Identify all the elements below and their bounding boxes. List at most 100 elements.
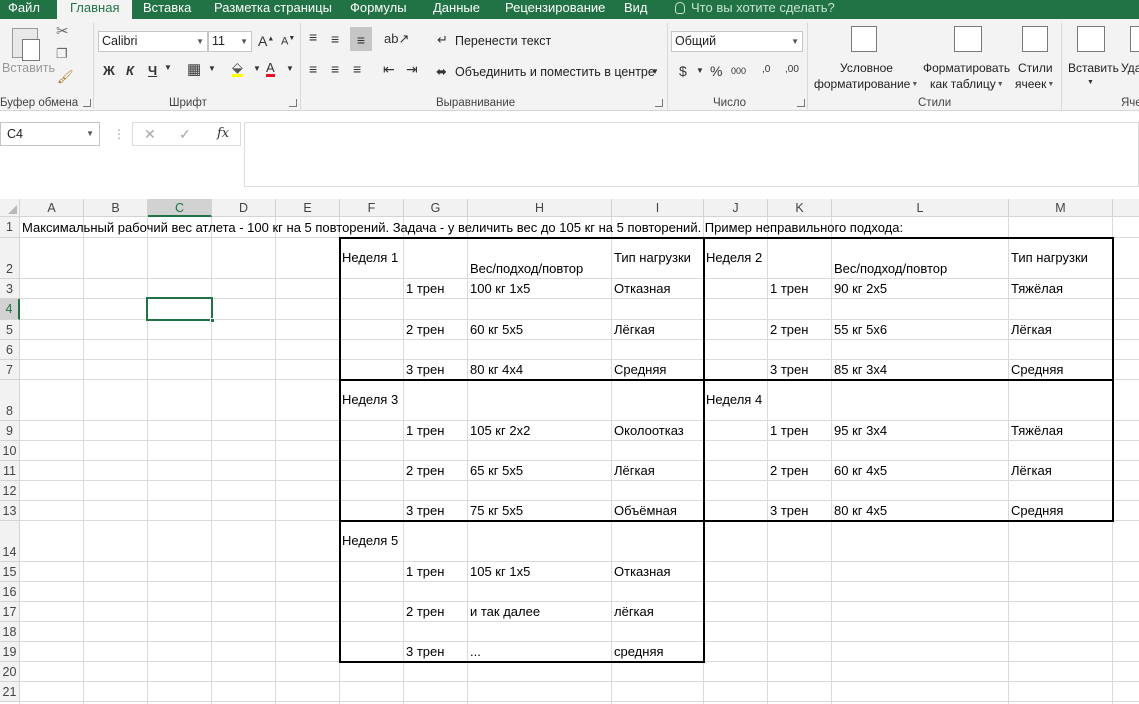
number-format-select[interactable]: Общий ▼ <box>671 31 803 52</box>
wrap-text-button[interactable]: Перенести текст <box>455 34 551 48</box>
format-table-line2[interactable]: как таблицу▼ <box>930 77 1004 91</box>
italic-button[interactable]: К <box>126 63 134 78</box>
row-header-8[interactable]: 8 <box>0 380 20 421</box>
session-weight[interactable]: 95 кг 3х4 <box>834 423 887 438</box>
session-number[interactable]: 2 трен <box>406 463 444 478</box>
session-type[interactable]: Отказная <box>614 564 671 579</box>
row-header-1[interactable]: 1 <box>0 217 20 238</box>
column-header-E[interactable]: E <box>276 199 340 217</box>
session-number[interactable]: 1 трен <box>770 423 808 438</box>
column-header-weight[interactable]: Вес/подход/повтор <box>470 261 583 276</box>
session-number[interactable]: 3 трен <box>406 362 444 377</box>
session-number[interactable]: 1 трен <box>406 564 444 579</box>
row-header-7[interactable]: 7 <box>0 360 20 380</box>
cut-icon[interactable]: ✂ <box>56 22 69 40</box>
delete-cells-button[interactable]: Уда <box>1121 61 1139 75</box>
session-weight[interactable]: 105 кг 2х2 <box>470 423 530 438</box>
paste-button[interactable]: Вставить <box>2 61 55 75</box>
week-label[interactable]: Неделя 1 <box>342 250 398 265</box>
session-number[interactable]: 1 трен <box>770 281 808 296</box>
merge-dropdown-icon[interactable]: ▼ <box>651 67 659 76</box>
session-type[interactable]: Тяжёлая <box>1011 423 1063 438</box>
row-header-16[interactable]: 16 <box>0 582 20 602</box>
session-number[interactable]: 1 трен <box>406 281 444 296</box>
session-type[interactable]: Лёгкая <box>614 463 655 478</box>
conditional-format-line2[interactable]: форматирование▼ <box>814 77 918 91</box>
shrink-font-button[interactable]: A▼ <box>281 35 295 48</box>
session-weight[interactable]: 65 кг 5х5 <box>470 463 523 478</box>
tab-review[interactable]: Рецензирование <box>505 0 605 19</box>
session-type[interactable]: Околоотказ <box>614 423 684 438</box>
formula-input[interactable] <box>244 122 1139 187</box>
session-type[interactable]: Лёгкая <box>1011 463 1052 478</box>
grow-font-button[interactable]: A▲ <box>258 33 274 49</box>
week-label[interactable]: Неделя 4 <box>706 392 762 407</box>
row-header-10[interactable]: 10 <box>0 441 20 461</box>
session-weight[interactable]: 60 кг 5х5 <box>470 322 523 337</box>
column-header-K[interactable]: K <box>768 199 832 217</box>
borders-dropdown-icon[interactable]: ▼ <box>208 64 216 73</box>
enter-icon[interactable]: ✓ <box>179 126 191 143</box>
decrease-decimal-button[interactable]: ,00 <box>785 64 799 75</box>
session-weight[interactable]: 90 кг 2х5 <box>834 281 887 296</box>
session-number[interactable]: 1 трен <box>406 423 444 438</box>
column-header-G[interactable]: G <box>404 199 468 217</box>
cell-styles-line1[interactable]: Стили <box>1018 61 1053 75</box>
row-header-5[interactable]: 5 <box>0 320 20 340</box>
font-name-select[interactable]: Calibri ▼ <box>98 31 208 52</box>
thousands-button[interactable]: 000 <box>731 66 746 76</box>
row-header-9[interactable]: 9 <box>0 421 20 441</box>
session-type[interactable]: средняя <box>614 644 664 659</box>
row-header-14[interactable]: 14 <box>0 521 20 562</box>
session-type[interactable]: Лёгкая <box>1011 322 1052 337</box>
fill-handle[interactable] <box>210 318 215 323</box>
session-type[interactable]: Средняя <box>1011 362 1063 377</box>
select-all-button[interactable] <box>0 199 20 217</box>
session-type[interactable]: Объёмная <box>614 503 677 518</box>
session-type[interactable]: Лёгкая <box>614 322 655 337</box>
cancel-icon[interactable]: ✕ <box>144 126 156 143</box>
column-header-H[interactable]: H <box>468 199 612 217</box>
column-header-B[interactable]: B <box>84 199 148 217</box>
align-middle-icon[interactable]: ≡ <box>331 31 339 47</box>
font-size-select[interactable]: 11 ▼ <box>208 31 252 52</box>
row-header-18[interactable]: 18 <box>0 622 20 642</box>
percent-button[interactable]: % <box>710 63 722 79</box>
column-header-J[interactable]: J <box>704 199 768 217</box>
column-header-type[interactable]: Тип нагрузки <box>614 250 691 265</box>
session-number[interactable]: 3 трен <box>406 644 444 659</box>
column-header-D[interactable]: D <box>212 199 276 217</box>
session-type[interactable]: Тяжёлая <box>1011 281 1063 296</box>
row-header-12[interactable]: 12 <box>0 481 20 501</box>
session-number[interactable]: 3 трен <box>770 362 808 377</box>
week-label[interactable]: Неделя 2 <box>706 250 762 265</box>
row-header-19[interactable]: 19 <box>0 642 20 662</box>
format-table-line1[interactable]: Форматировать <box>923 61 1010 75</box>
column-header-next[interactable] <box>1113 199 1139 217</box>
font-launcher-icon[interactable] <box>289 99 297 107</box>
underline-dropdown-icon[interactable]: ▼ <box>164 63 172 72</box>
session-type[interactable]: Средняя <box>1011 503 1063 518</box>
session-weight[interactable]: ... <box>470 644 481 659</box>
session-weight[interactable]: 100 кг 1х5 <box>470 281 530 296</box>
row-header-3[interactable]: 3 <box>0 279 20 299</box>
session-number[interactable]: 3 трен <box>770 503 808 518</box>
session-number[interactable]: 2 трен <box>406 604 444 619</box>
underline-button[interactable]: Ч <box>148 63 157 78</box>
session-number[interactable]: 2 трен <box>406 322 444 337</box>
session-number[interactable]: 2 трен <box>770 463 808 478</box>
column-header-M[interactable]: M <box>1009 199 1113 217</box>
row-header-15[interactable]: 15 <box>0 562 20 582</box>
session-weight[interactable]: 85 кг 3х4 <box>834 362 887 377</box>
session-number[interactable]: 2 трен <box>770 322 808 337</box>
column-header-L[interactable]: L <box>832 199 1009 217</box>
session-number[interactable]: 3 трен <box>406 503 444 518</box>
align-center-icon[interactable]: ≡ <box>331 61 339 77</box>
clipboard-launcher-icon[interactable] <box>83 99 91 107</box>
cell-styles-line2[interactable]: ячеек▼ <box>1015 77 1054 91</box>
align-top-icon[interactable]: ≡ <box>309 29 317 45</box>
title-cell[interactable]: Максимальный рабочий вес атлета - 100 кг… <box>22 220 903 235</box>
merge-center-button[interactable]: Объединить и поместить в центре <box>455 65 655 79</box>
session-weight[interactable]: 80 кг 4х5 <box>834 503 887 518</box>
format-painter-icon[interactable]: 🖌 <box>57 69 74 85</box>
